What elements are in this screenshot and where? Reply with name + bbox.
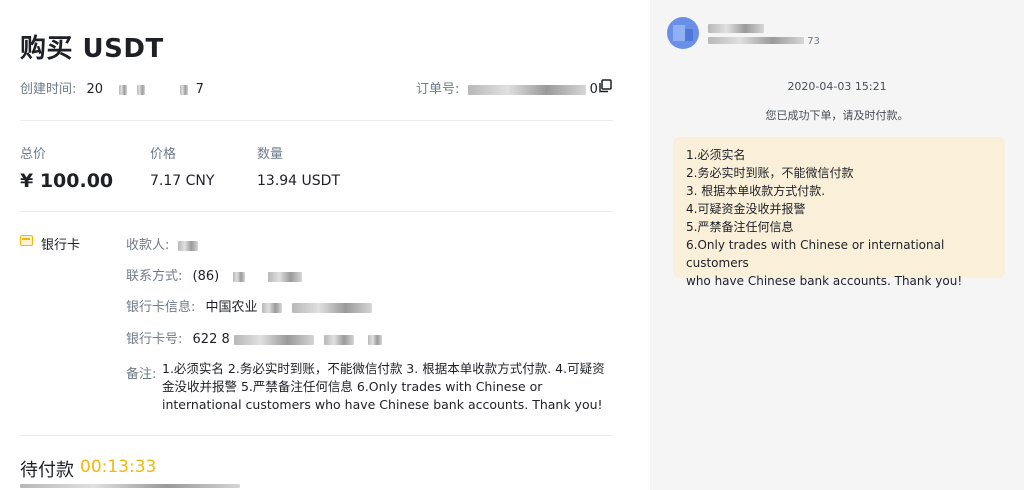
payment-method-label: 银行卡 xyxy=(41,238,81,253)
order-number: 订单号: 0 xyxy=(416,78,598,97)
chat-message-bubble: 1.必须实名 2.务必实时到账，不能微信付款 3. 根据本单收款方式付款. 4.… xyxy=(673,137,1005,288)
contact-value: (86) xyxy=(192,269,220,284)
chat-message-line: 2.务必实时到账，不能微信付款 xyxy=(686,166,854,180)
redacted-blur xyxy=(708,37,804,44)
unit-price-value: 7.17 CNY xyxy=(150,173,215,189)
unit-price-label: 价格 xyxy=(150,147,177,162)
divider xyxy=(20,211,613,212)
redacted-blur xyxy=(708,24,764,33)
chat-system-message: 您已成功下单，请及时付款。 xyxy=(765,109,909,122)
redacted-blur xyxy=(177,240,198,251)
created-time-label: 创建时间: xyxy=(20,82,77,97)
contact-row: 联系方式: (86) xyxy=(126,265,302,284)
card-number-label: 银行卡号: xyxy=(126,332,183,347)
quantity-label: 数量 xyxy=(257,147,284,162)
redacted-blur xyxy=(233,334,314,345)
bank-info-label: 银行卡信息: xyxy=(126,300,196,315)
chat-counterparty-sub: 73 xyxy=(708,36,820,47)
created-time-value: 20 7 xyxy=(86,82,204,97)
redacted-blur xyxy=(233,271,246,282)
divider xyxy=(20,120,613,121)
redacted-blur xyxy=(267,271,302,282)
redacted-blur xyxy=(137,84,146,95)
created-time: 创建时间: 20 7 xyxy=(20,78,204,97)
redacted-blur xyxy=(261,302,282,313)
payee-label: 收款人: xyxy=(126,238,170,253)
bank-info-row: 银行卡信息: 中国农业 xyxy=(126,296,372,315)
cut-off-hint xyxy=(20,484,240,490)
quantity-value: 13.94 USDT xyxy=(257,173,340,189)
bank-info-value: 中国农业 xyxy=(205,300,258,315)
contact-label: 联系方式: xyxy=(126,269,183,284)
quantity: 数量 13.94 USDT xyxy=(257,143,340,189)
note-label: 备注: xyxy=(126,367,157,382)
redacted-blur xyxy=(119,84,128,95)
unit-price: 价格 7.17 CNY xyxy=(150,143,214,189)
chat-message-line: who have Chinese bank accounts. Thank yo… xyxy=(686,274,963,288)
card-number-row: 银行卡号: 622 8 xyxy=(126,328,383,347)
page-title: 购买 USDT xyxy=(20,34,164,64)
chat-timestamp: 2020-04-03 15:21 xyxy=(787,80,887,93)
redacted-blur xyxy=(368,334,383,345)
copy-icon[interactable] xyxy=(598,79,612,93)
total-price: 总价 ¥ 100.00 xyxy=(20,143,113,192)
chat-message-line: 6.Only trades with Chinese or internatio… xyxy=(686,238,945,270)
redacted-blur xyxy=(20,484,240,488)
order-number-suffix: 0 xyxy=(589,82,598,97)
order-number-label: 订单号: xyxy=(416,82,460,97)
order-panel: 购买 USDT 创建时间: 20 7 订单号: 0 总价 ¥ 100.00 价格… xyxy=(0,0,650,490)
chat-message-line: 4.可疑资金没收并报警 xyxy=(686,202,806,216)
total-price-value: ¥ 100.00 xyxy=(20,170,114,192)
card-number-value: 622 8 xyxy=(192,332,230,347)
redacted-blur xyxy=(291,302,372,313)
avatar[interactable] xyxy=(667,17,699,49)
note-text: 1.必须实名 2.务必实时到账，不能微信付款 3. 根据本单收款方式付款. 4.… xyxy=(162,361,605,412)
status-title: 待付款 xyxy=(20,460,74,481)
chat-message-line: 3. 根据本单收款方式付款. xyxy=(686,184,826,198)
redacted-blur xyxy=(324,334,355,345)
chat-message-line: 1.必须实名 xyxy=(686,148,746,162)
divider xyxy=(20,435,613,436)
chat-message-line: 5.严禁备注任何信息 xyxy=(686,220,794,234)
chat-counterparty-name xyxy=(708,18,764,37)
countdown-timer: 00:13:33 xyxy=(80,457,157,477)
payee-row: 收款人: xyxy=(126,234,198,253)
total-price-label: 总价 xyxy=(20,147,47,162)
redacted-blur xyxy=(179,84,188,95)
bank-card-icon xyxy=(20,235,33,246)
redacted-blur xyxy=(467,84,586,95)
